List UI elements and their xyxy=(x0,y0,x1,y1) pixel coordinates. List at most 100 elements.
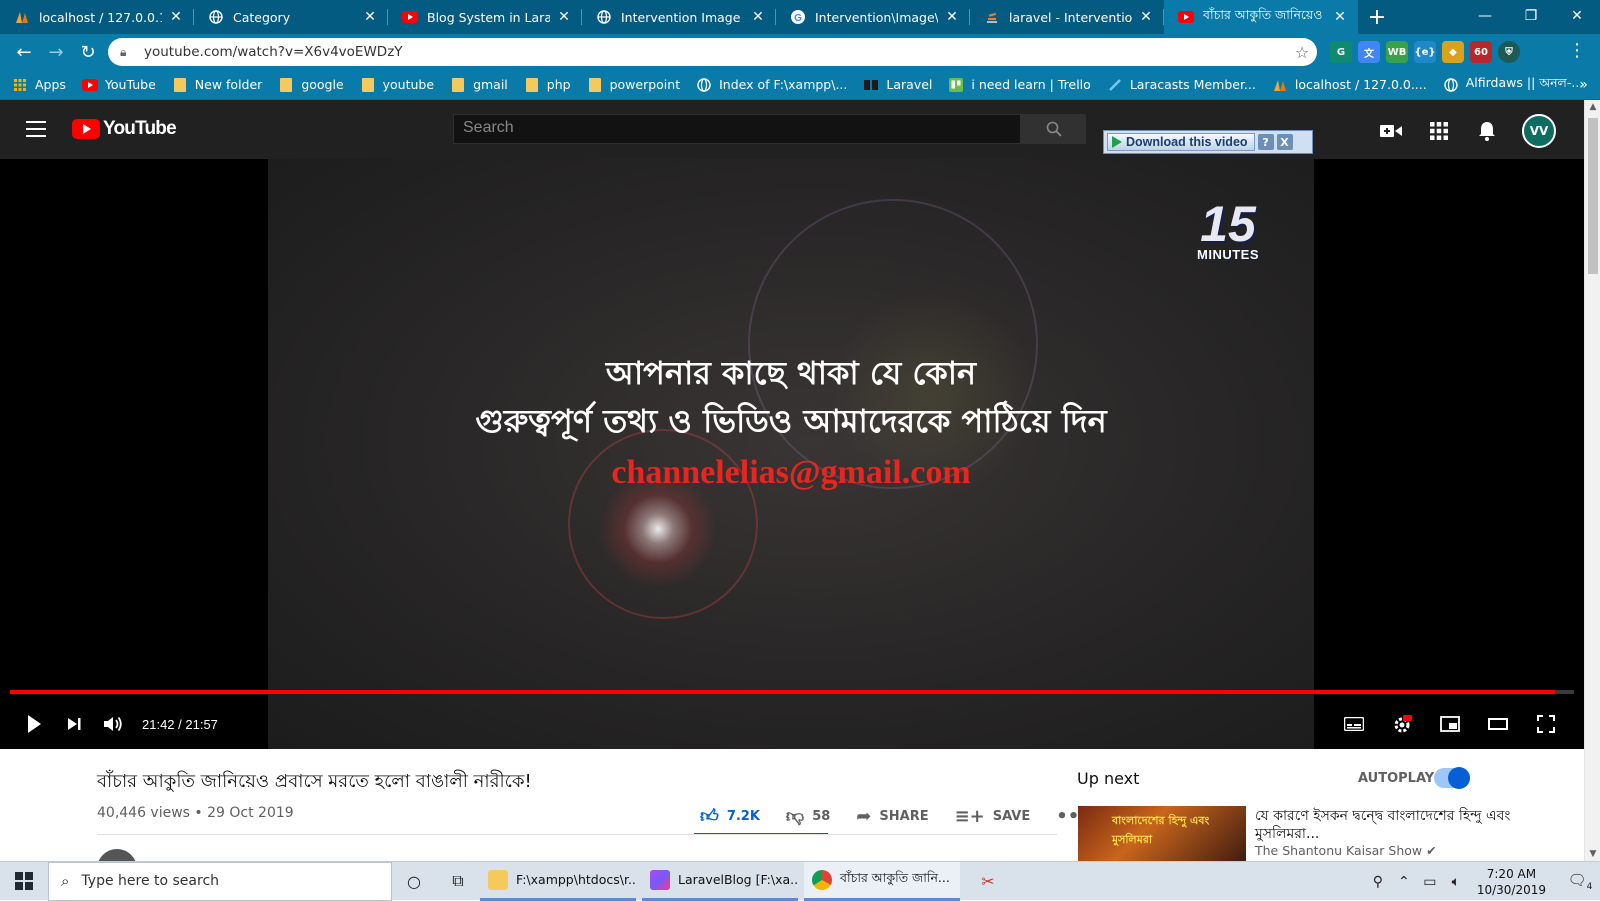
browser-menu-icon[interactable]: ⋮ xyxy=(1568,40,1586,61)
divider xyxy=(97,834,1057,835)
tab-blog-system[interactable]: Blog System in Laravel Pa ✕ xyxy=(388,0,582,34)
bookmark-alfirdaws[interactable]: Alfirdaws || অনল-... xyxy=(1443,75,1583,95)
globe-icon xyxy=(596,9,612,25)
scroll-up-arrow-icon[interactable]: ▲ xyxy=(1585,102,1600,112)
restore-icon[interactable]: ❐ xyxy=(1508,0,1554,32)
like-button[interactable]: 👍︎ 7.2K xyxy=(700,805,760,827)
create-video-icon[interactable] xyxy=(1378,118,1404,144)
channel-avatar[interactable] xyxy=(97,849,137,861)
subtitles-button[interactable] xyxy=(1336,706,1372,742)
bookmarks-overflow-icon[interactable]: » xyxy=(1579,77,1588,93)
taskbar-app-chrome[interactable]: বাঁচার আকুতি জানি... xyxy=(804,861,960,901)
bookmark-trello[interactable]: i need learn | Trello xyxy=(948,77,1091,93)
video-player[interactable]: 15 MINUTES আপনার কাছে থাকা যে কোন গুরুত্… xyxy=(0,159,1584,749)
youtube-icon xyxy=(1178,9,1194,25)
close-tab-icon[interactable]: ✕ xyxy=(1332,9,1348,25)
close-tab-icon[interactable]: ✕ xyxy=(750,9,766,25)
bookmark-google[interactable]: google xyxy=(278,77,344,93)
close-window-icon[interactable]: ✕ xyxy=(1554,0,1600,32)
play-button[interactable] xyxy=(16,706,52,742)
tab-localhost[interactable]: localhost / 127.0.0.1 / lar ✕ xyxy=(0,0,194,34)
forward-arrow-icon[interactable]: → xyxy=(40,37,72,67)
reload-icon[interactable]: ↻ xyxy=(72,37,104,67)
theater-mode-button[interactable] xyxy=(1480,706,1516,742)
profile-avatar-icon[interactable]: ⛨ xyxy=(1498,41,1520,63)
download-video-button[interactable]: Download this video xyxy=(1107,133,1255,151)
apps-grid-icon[interactable] xyxy=(1426,118,1452,144)
taskbar-app-explorer[interactable]: F:\xampp\htdocs\r... xyxy=(480,862,636,901)
back-arrow-icon[interactable]: ← xyxy=(8,37,40,67)
recommended-channel[interactable]: The Shantonu Kaisar Show ✔ xyxy=(1255,843,1437,858)
grammarly-icon[interactable]: G xyxy=(1330,41,1352,63)
next-button[interactable] xyxy=(56,706,92,742)
bookmark-php[interactable]: php xyxy=(524,77,571,93)
tab-intervention-exception[interactable]: G Intervention\Image\Exce ✕ xyxy=(776,0,970,34)
bookmark-youtube-folder[interactable]: youtube xyxy=(360,77,434,93)
tab-category[interactable]: Category ✕ xyxy=(194,0,388,34)
user-avatar[interactable]: VV xyxy=(1522,114,1556,148)
task-view-icon[interactable]: ⧉ xyxy=(436,862,480,901)
save-button[interactable]: ≡+ SAVE xyxy=(955,806,1031,827)
bookmark-youtube[interactable]: YouTube xyxy=(81,77,156,93)
close-tab-icon[interactable]: ✕ xyxy=(168,9,184,25)
whatfont-icon[interactable]: WB xyxy=(1386,41,1408,63)
snipping-tool-icon[interactable]: ✂ xyxy=(966,862,1010,901)
tray-chevron-up-icon[interactable]: ⌃ xyxy=(1391,874,1417,890)
stackoverflow-icon xyxy=(984,9,1000,25)
download-close-button[interactable]: X xyxy=(1276,134,1293,150)
vpn-extension-icon[interactable]: ◆ xyxy=(1442,41,1464,63)
download-help-button[interactable]: ? xyxy=(1257,134,1274,150)
google-translate-icon[interactable]: 文 xyxy=(1358,41,1380,63)
volume-button[interactable] xyxy=(96,706,132,742)
search-input[interactable]: Search xyxy=(453,114,1021,144)
taskbar-search-box[interactable]: ⌕ Type here to search xyxy=(48,861,392,901)
search-button[interactable] xyxy=(1021,114,1086,144)
people-icon[interactable]: ⚲ xyxy=(1365,874,1391,890)
video-frame[interactable]: 15 MINUTES আপনার কাছে থাকা যে কোন গুরুত্… xyxy=(268,159,1314,749)
page-scrollbar[interactable]: ▲ ▼ xyxy=(1584,100,1600,861)
recommended-title[interactable]: যে কারণে ইসকন দ্বন্দ্বে বাংলাদেশের হিন্দ… xyxy=(1255,807,1555,843)
settings-button[interactable] xyxy=(1384,706,1420,742)
bookmark-localhost[interactable]: localhost / 127.0.0.... xyxy=(1272,77,1427,93)
scroll-down-arrow-icon[interactable]: ▼ xyxy=(1585,849,1600,859)
action-center-icon[interactable]: 🗨︎4 xyxy=(1560,871,1600,892)
scrollbar-thumb[interactable] xyxy=(1588,118,1598,274)
address-bar[interactable]: 🔒︎ youtube.com/watch?v=X6v4voEWDzY ☆ xyxy=(108,38,1317,66)
cortana-icon[interactable]: ○ xyxy=(392,862,436,901)
close-tab-icon[interactable]: ✕ xyxy=(556,9,572,25)
taskbar-clock[interactable]: 7:20 AM 10/30/2019 xyxy=(1477,866,1546,898)
close-tab-icon[interactable]: ✕ xyxy=(944,9,960,25)
close-tab-icon[interactable]: ✕ xyxy=(1138,9,1154,25)
share-button[interactable]: ➦ SHARE xyxy=(856,806,928,827)
video-progress-bar[interactable] xyxy=(10,690,1574,694)
hamburger-menu-icon[interactable] xyxy=(26,121,46,137)
tab-intervention-image[interactable]: Intervention Image - Cac ✕ xyxy=(582,0,776,34)
fullscreen-button[interactable] xyxy=(1528,706,1564,742)
ecmascript-icon[interactable]: {e} xyxy=(1414,41,1436,63)
bookmark-index-xampp[interactable]: Index of F:\xampp\... xyxy=(696,77,847,93)
youtube-logo[interactable]: YouTube xyxy=(72,118,177,140)
dislike-button[interactable]: 👎︎ 58 xyxy=(786,805,830,827)
tab-current-video[interactable]: বাঁচার আকুতি জানিয়েও প্র ✕ xyxy=(1164,0,1358,34)
bookmark-new-folder[interactable]: New folder xyxy=(172,77,262,93)
notifications-bell-icon[interactable] xyxy=(1474,118,1500,144)
autoplay-toggle[interactable] xyxy=(1434,767,1470,789)
miniplayer-button[interactable] xyxy=(1432,706,1468,742)
bookmark-powerpoint[interactable]: powerpoint xyxy=(587,77,680,93)
network-icon[interactable]: ▭ xyxy=(1417,874,1443,890)
start-button[interactable] xyxy=(0,862,48,901)
volume-muted-icon[interactable]: 🔈︎ xyxy=(1443,874,1469,890)
bookmark-gmail[interactable]: gmail xyxy=(450,77,508,93)
close-tab-icon[interactable]: ✕ xyxy=(362,9,378,25)
url-text[interactable]: youtube.com/watch?v=X6v4voEWDzY xyxy=(144,44,1287,60)
adblock-icon[interactable]: 60 xyxy=(1470,41,1492,63)
minimize-icon[interactable]: — xyxy=(1462,0,1508,32)
tab-laravel-intervention[interactable]: laravel - Intervention\Im ✕ xyxy=(970,0,1164,34)
bookmark-apps[interactable]: Apps xyxy=(12,77,66,93)
taskbar-app-phpstorm[interactable]: LaravelBlog [F:\xa... xyxy=(642,862,798,901)
new-tab-button[interactable]: + xyxy=(1358,0,1396,34)
bookmark-star-icon[interactable]: ☆ xyxy=(1287,43,1317,62)
bookmark-laracasts[interactable]: Laracasts Member... xyxy=(1107,77,1256,93)
bookmark-laravel[interactable]: Laravel xyxy=(863,77,932,93)
recommended-thumbnail[interactable]: বাংলাদেশের হিন্দু এবং মুসলিমরা xyxy=(1078,806,1246,861)
